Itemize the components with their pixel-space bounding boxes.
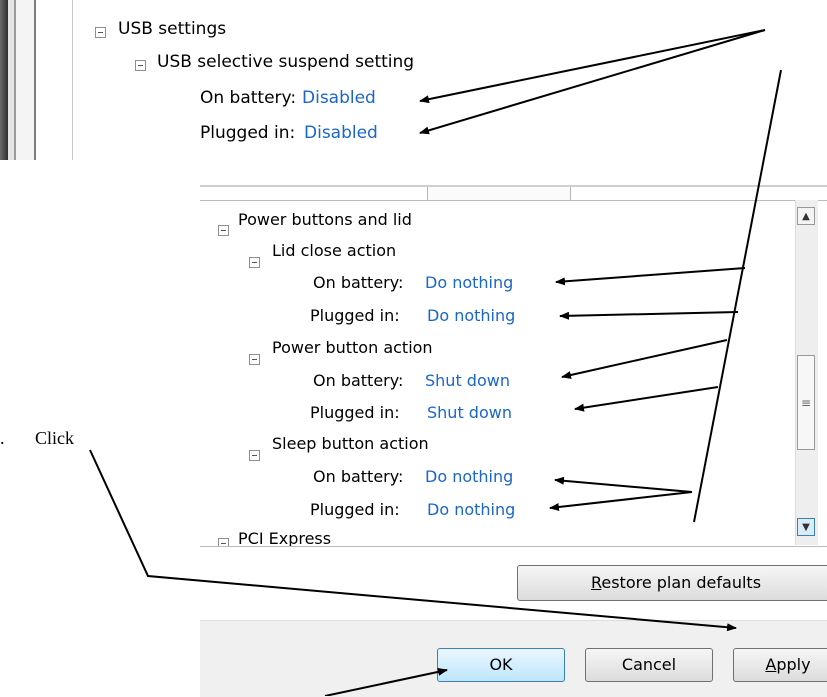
arrow-to-ok (324, 667, 448, 696)
arrow-usb-battery (419, 29, 766, 104)
callout-line-long (693, 69, 782, 523)
arrow-sb-plugged (549, 491, 693, 511)
arrow-click-to-apply (89, 449, 737, 632)
arrow-lid-plugged (559, 311, 739, 320)
arrow-usb-plugged (419, 29, 766, 135)
annotation-arrows-overlay (89, 29, 782, 696)
arrow-pb-plugged (574, 386, 719, 412)
arrow-pb-battery (561, 339, 728, 379)
arrow-lid-battery (555, 267, 746, 286)
arrow-sb-battery (554, 476, 693, 493)
